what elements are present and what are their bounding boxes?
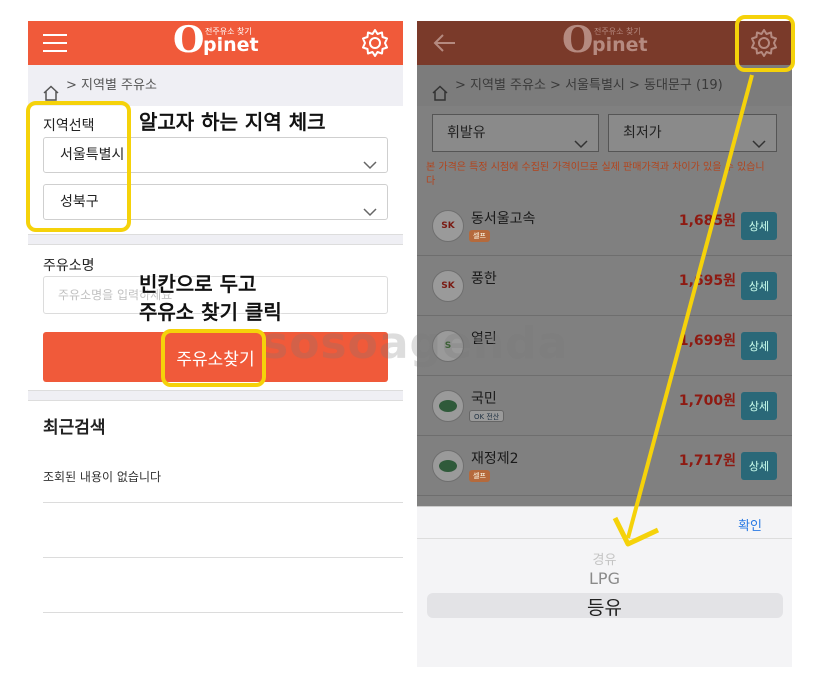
yellow-arrow-icon bbox=[612, 74, 754, 547]
